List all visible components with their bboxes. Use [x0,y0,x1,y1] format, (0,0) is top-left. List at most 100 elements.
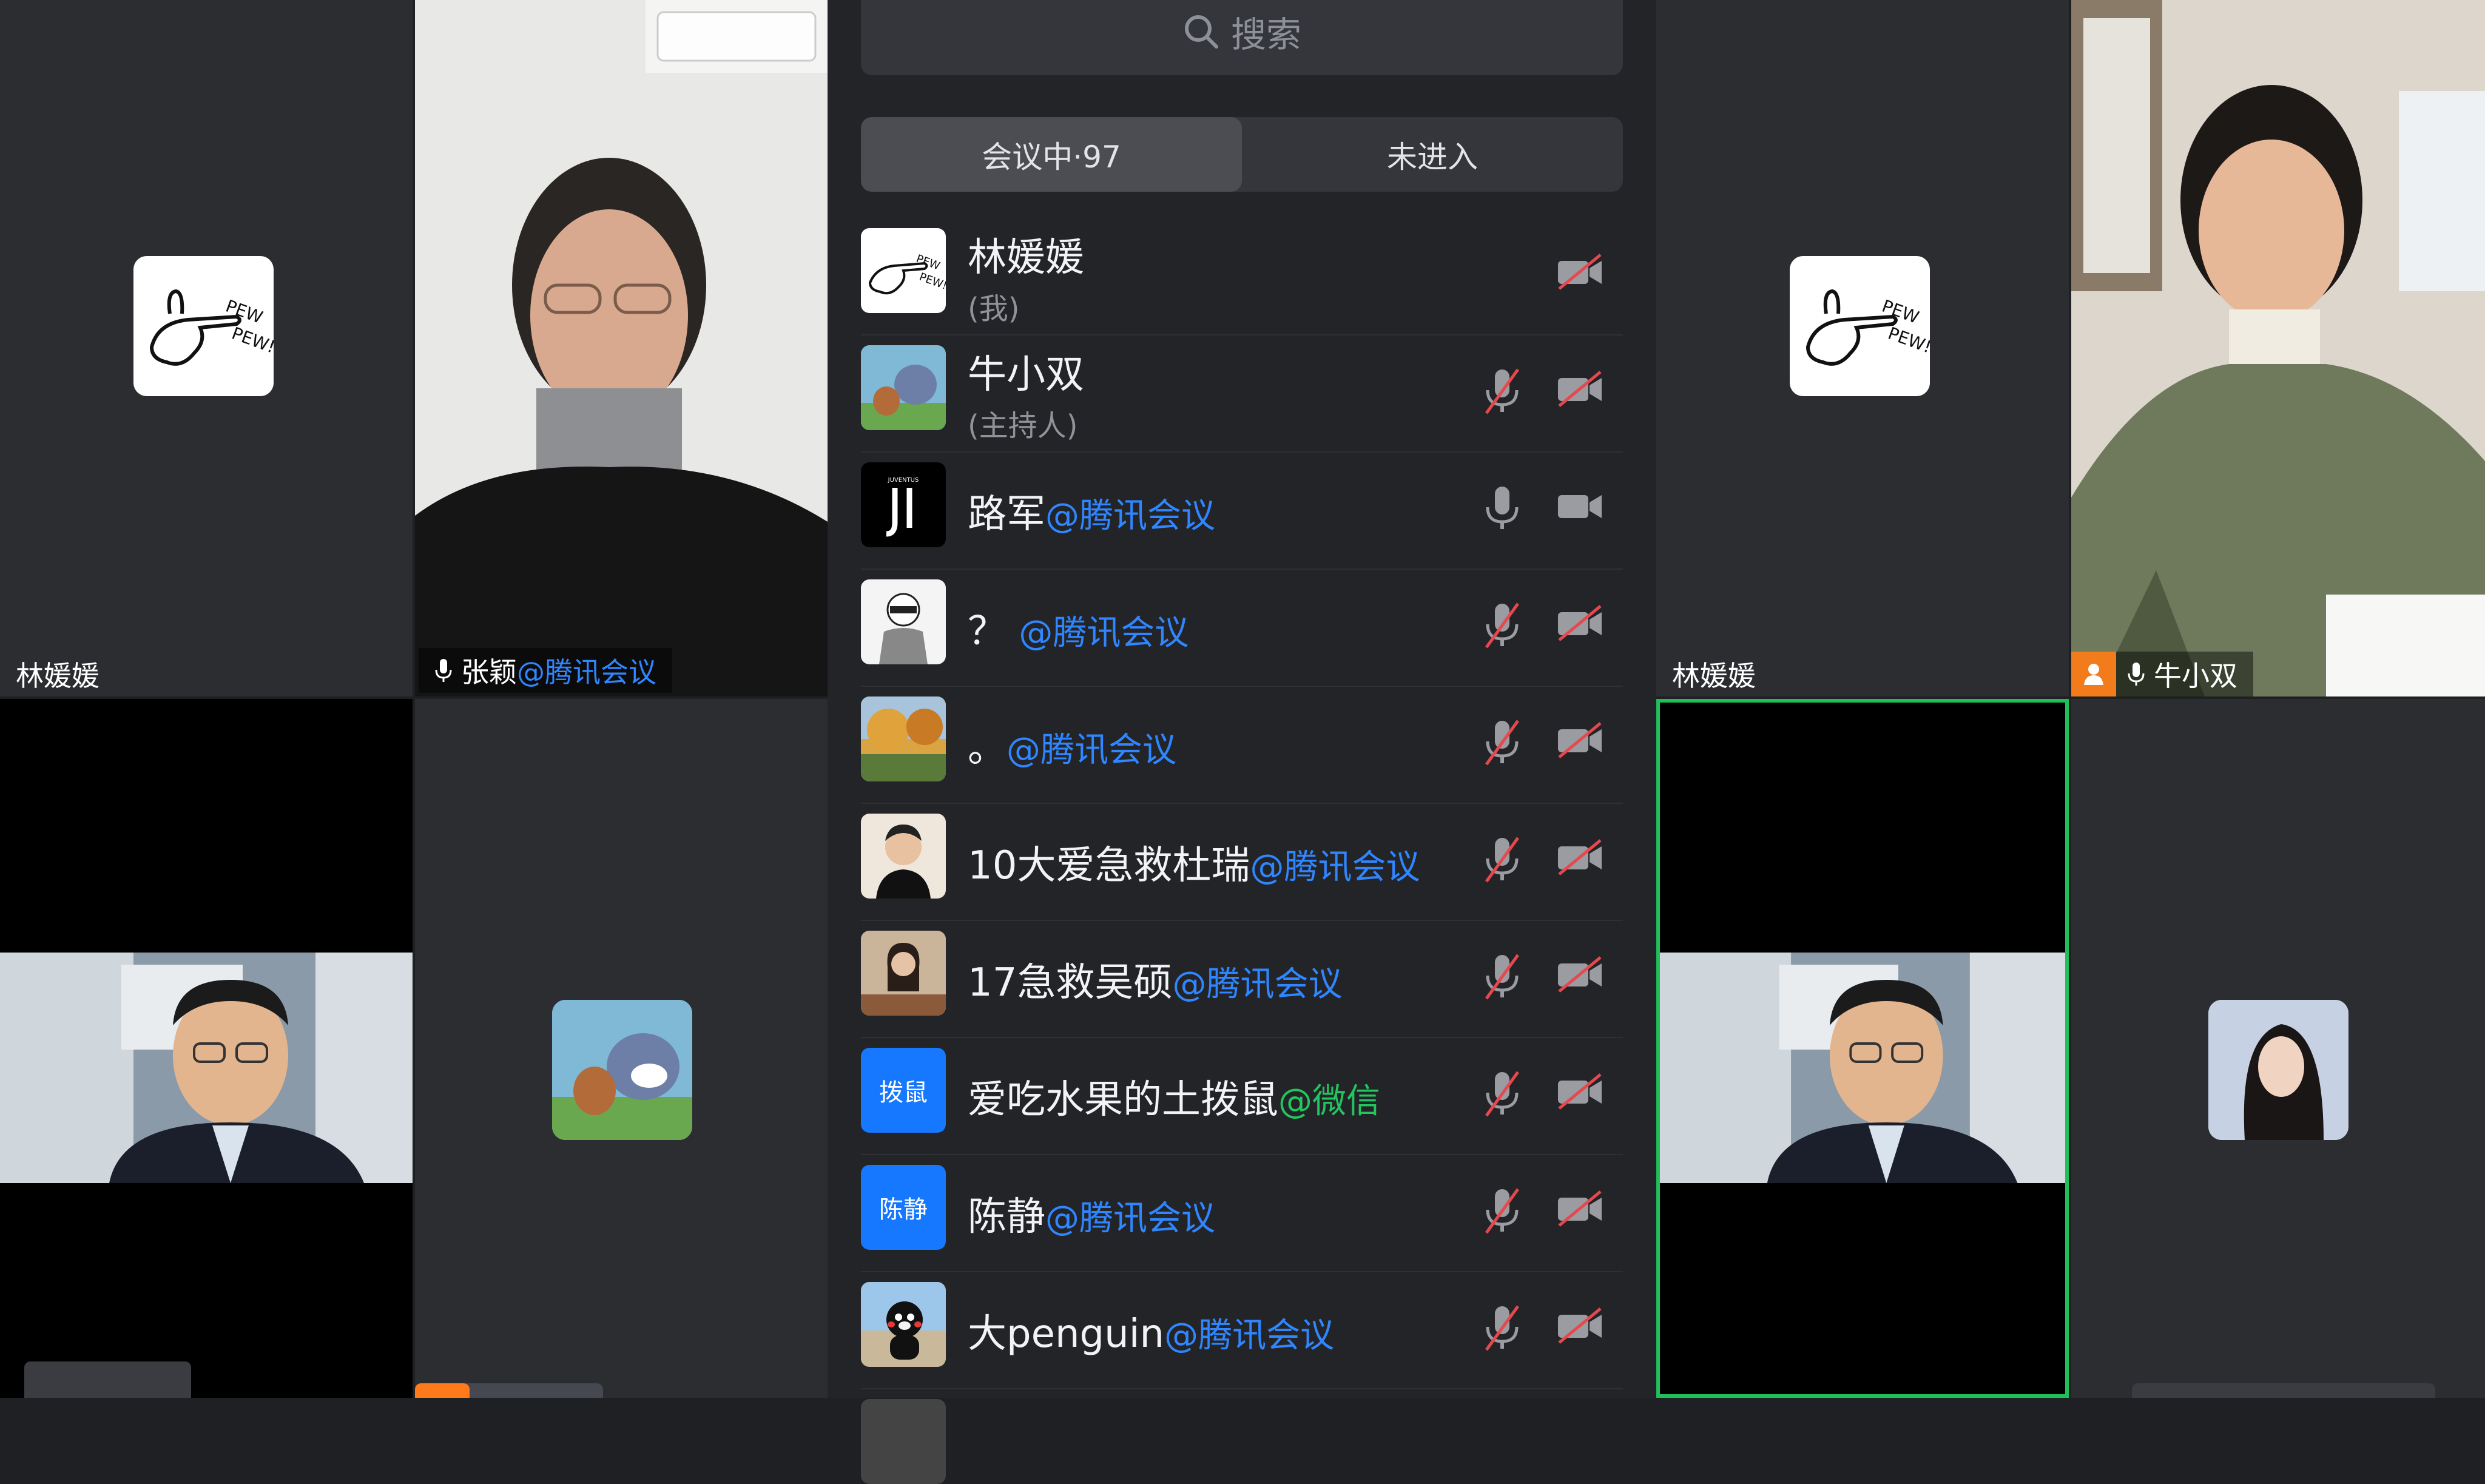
camera-off-icon[interactable] [1556,1072,1604,1111]
participant-panel: 搜索 会议中·97 未进入 PEWPEW! 林媛媛 (我) 牛小双 (主持人) [828,0,1656,1484]
list-item[interactable]: ？ @腾讯会议 [861,570,1623,687]
mic-off-icon[interactable] [1483,601,1522,650]
mic-off-icon[interactable] [1483,718,1522,767]
search-box[interactable]: 搜索 [861,0,1623,75]
camera-off-icon[interactable] [1556,838,1604,877]
list-item[interactable]: 拨鼠 爱吃水果的土拨鼠@微信 [861,1038,1623,1155]
tile-name: 牛小双 [2154,659,2237,692]
participant-video-feed [1660,953,2065,1183]
participant-name-block: 17急救吴硕@腾讯会议 [968,921,1342,1037]
host-badge-icon [2071,652,2116,696]
mic-icon [435,659,452,682]
participant-name-block: 爱吃水果的土拨鼠@微信 [968,1038,1380,1154]
list-item[interactable] [861,1389,1623,1484]
list-item[interactable]: 。@腾讯会议 [861,687,1623,804]
camera-on-icon[interactable] [1556,487,1604,525]
video-tile-host-left[interactable] [0,699,413,1398]
participant-source-tag: @腾讯会议 [1164,1315,1335,1355]
mic-off-icon[interactable] [1483,367,1522,416]
svg-text:PEW!: PEW! [917,271,946,292]
avatar [861,579,946,664]
list-item[interactable]: 大penguin@腾讯会议 [861,1272,1623,1389]
search-placeholder: 搜索 [1230,14,1301,55]
list-item[interactable]: 陈静 陈静@腾讯会议 [861,1155,1623,1272]
participant-source-tag: @腾讯会议 [1006,730,1176,770]
camera-off-icon[interactable] [1556,955,1604,994]
camera-off-icon[interactable] [1556,369,1604,408]
svg-text:PEW!: PEW! [1886,323,1930,357]
participant-name: 陈静 [968,1194,1045,1239]
avatar [861,696,946,781]
pewpew-avatar: PEW PEW! [133,256,274,396]
svg-text:JUVENTUS: JUVENTUS [888,477,919,484]
toolbar-stub [2132,1383,2435,1398]
mic-off-icon[interactable] [1483,953,1522,1001]
tile-nameplate: 张颖 @腾讯会议 [419,648,672,693]
toolbar-accent [415,1383,470,1398]
participant-name-block: ？ @腾讯会议 [968,570,1189,686]
avatar [861,931,946,1016]
participant-name-block: 陈静@腾讯会议 [968,1155,1215,1271]
participant-video-feed [0,953,413,1183]
camera-off-icon[interactable] [1556,1306,1604,1345]
mic-off-icon[interactable] [1483,1070,1522,1118]
mic-off-icon[interactable] [1483,835,1522,884]
participant-name: 爱吃水果的土拨鼠 [968,1077,1278,1122]
participant-name: ？ [968,609,1006,654]
avatar [861,345,946,430]
participant-source-tag: @腾讯会议 [1172,964,1343,1004]
participant-name-block: 大penguin@腾讯会议 [968,1272,1334,1388]
participant-video-feed [2071,0,2485,696]
mic-icon [2128,663,2145,686]
video-tile-linyuanyuan-right[interactable]: PEW PEW! 林媛媛 [1656,0,2069,696]
video-tile-zhangying[interactable]: 张颖 @腾讯会议 [415,0,828,696]
participant-list: PEW PEW! 林媛媛 (我) 牛小双 (主持人) JUVENTUS 路军@腾… [861,218,1623,1484]
participant-name-block: 牛小双 (主持人) [968,336,1084,451]
tab-not-joined[interactable]: 未进入 [1242,117,1623,192]
list-item[interactable]: 10大爱急救杜瑞@腾讯会议 [861,804,1623,921]
participant-name: 路军 [968,491,1045,537]
tile-name: 张颖 [461,656,517,689]
participant-name: 林媛媛 [968,235,1084,280]
participant-role: (我) [968,291,1020,326]
list-item[interactable]: 17急救吴硕@腾讯会议 [861,921,1623,1038]
video-tile-host-right[interactable] [1656,699,2069,1398]
tile-nameplate: 牛小双 [2071,652,2253,696]
avatar [861,1282,946,1367]
participant-source-tag: @腾讯会议 [1045,496,1215,536]
tile-nameplate: 林媛媛 [0,652,115,696]
video-tile-niuxiaoshuang[interactable]: 牛小双 [2071,0,2485,696]
svg-text:PEW: PEW [223,296,266,328]
participant-source-tag: @微信 [1278,1081,1380,1121]
mic-off-icon[interactable] [1483,1187,1522,1235]
video-tile-linyuanyuan-left[interactable]: PEW PEW! 林媛媛 [0,0,413,696]
participant-role: (主持人) [968,408,1078,443]
participant-source-tag: @腾讯会议 [1019,613,1189,653]
avatar [861,1399,946,1484]
participant-name-block: 路军@腾讯会议 [968,453,1215,568]
participant-name: 17急救吴硕 [968,960,1173,1005]
tomjerry-avatar [552,1000,692,1140]
avatar: 陈静 [861,1165,946,1250]
pewpew-avatar: PEW PEW! [1790,256,1930,396]
tab-in-meeting[interactable]: 会议中·97 [861,117,1242,192]
camera-off-icon[interactable] [1556,1189,1604,1228]
camera-off-icon[interactable] [1556,721,1604,760]
participant-video-feed [415,0,828,696]
list-item[interactable]: PEW PEW! 林媛媛 (我) [861,218,1623,336]
mic-on-icon[interactable] [1483,484,1522,533]
video-tile-girl-avatar[interactable] [2071,699,2485,1398]
list-item[interactable]: JUVENTUS 路军@腾讯会议 [861,453,1623,570]
camera-off-icon[interactable] [1556,252,1604,291]
participant-name-block: 10大爱急救杜瑞@腾讯会议 [968,804,1420,920]
avatar: 拨鼠 [861,1048,946,1133]
list-item[interactable]: 牛小双 (主持人) [861,336,1623,453]
camera-off-icon[interactable] [1556,604,1604,643]
search-icon [1184,15,1218,49]
tile-name-tag: @腾讯会议 [517,656,656,689]
svg-text:PEW: PEW [1880,296,1922,328]
participant-name: 。 [968,726,1006,771]
mic-off-icon[interactable] [1483,1304,1522,1352]
participant-source-tag: @腾讯会议 [1250,847,1420,887]
video-tile-tomjerry[interactable] [415,699,828,1398]
